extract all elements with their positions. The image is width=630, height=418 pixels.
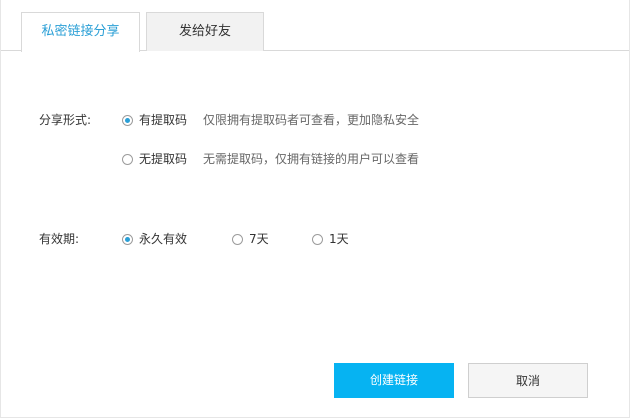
radio-without-code-label: 无提取码 xyxy=(139,152,188,166)
radio-1-day[interactable]: 1天 xyxy=(312,231,349,247)
radio-unchecked-icon xyxy=(122,153,133,165)
with-code-hint: 仅限拥有提取码者可查看，更加隐私安全 xyxy=(203,113,420,127)
radio-7-days[interactable]: 7天 xyxy=(232,231,269,247)
radio-1-day-label: 1天 xyxy=(329,232,349,246)
radio-unchecked-icon xyxy=(312,233,323,245)
radio-with-code-label: 有提取码 xyxy=(139,113,188,127)
radio-with-code[interactable]: 有提取码 xyxy=(122,112,187,128)
validity-label: 有效期: xyxy=(39,232,80,246)
cancel-button[interactable]: 取消 xyxy=(468,363,588,398)
radio-checked-icon xyxy=(122,114,133,126)
radio-unchecked-icon xyxy=(232,233,243,245)
radio-permanent[interactable]: 永久有效 xyxy=(122,231,187,247)
share-form-label: 分享形式: xyxy=(39,113,92,127)
tab-private-link[interactable]: 私密链接分享 xyxy=(21,12,140,52)
tab-bar: 私密链接分享 发给好友 xyxy=(1,0,629,52)
create-link-button[interactable]: 创建链接 xyxy=(334,363,454,398)
radio-permanent-label: 永久有效 xyxy=(139,232,188,246)
radio-checked-icon xyxy=(122,233,133,245)
without-code-hint: 无需提取码，仅拥有链接的用户可以查看 xyxy=(203,152,420,166)
share-dialog: 私密链接分享 发给好友 分享形式: 有提取码 仅限拥有提取码者可查看，更加隐私安… xyxy=(0,0,630,418)
radio-without-code[interactable]: 无提取码 xyxy=(122,151,187,167)
tab-send-to-friend[interactable]: 发给好友 xyxy=(146,12,264,51)
radio-7-days-label: 7天 xyxy=(249,232,269,246)
